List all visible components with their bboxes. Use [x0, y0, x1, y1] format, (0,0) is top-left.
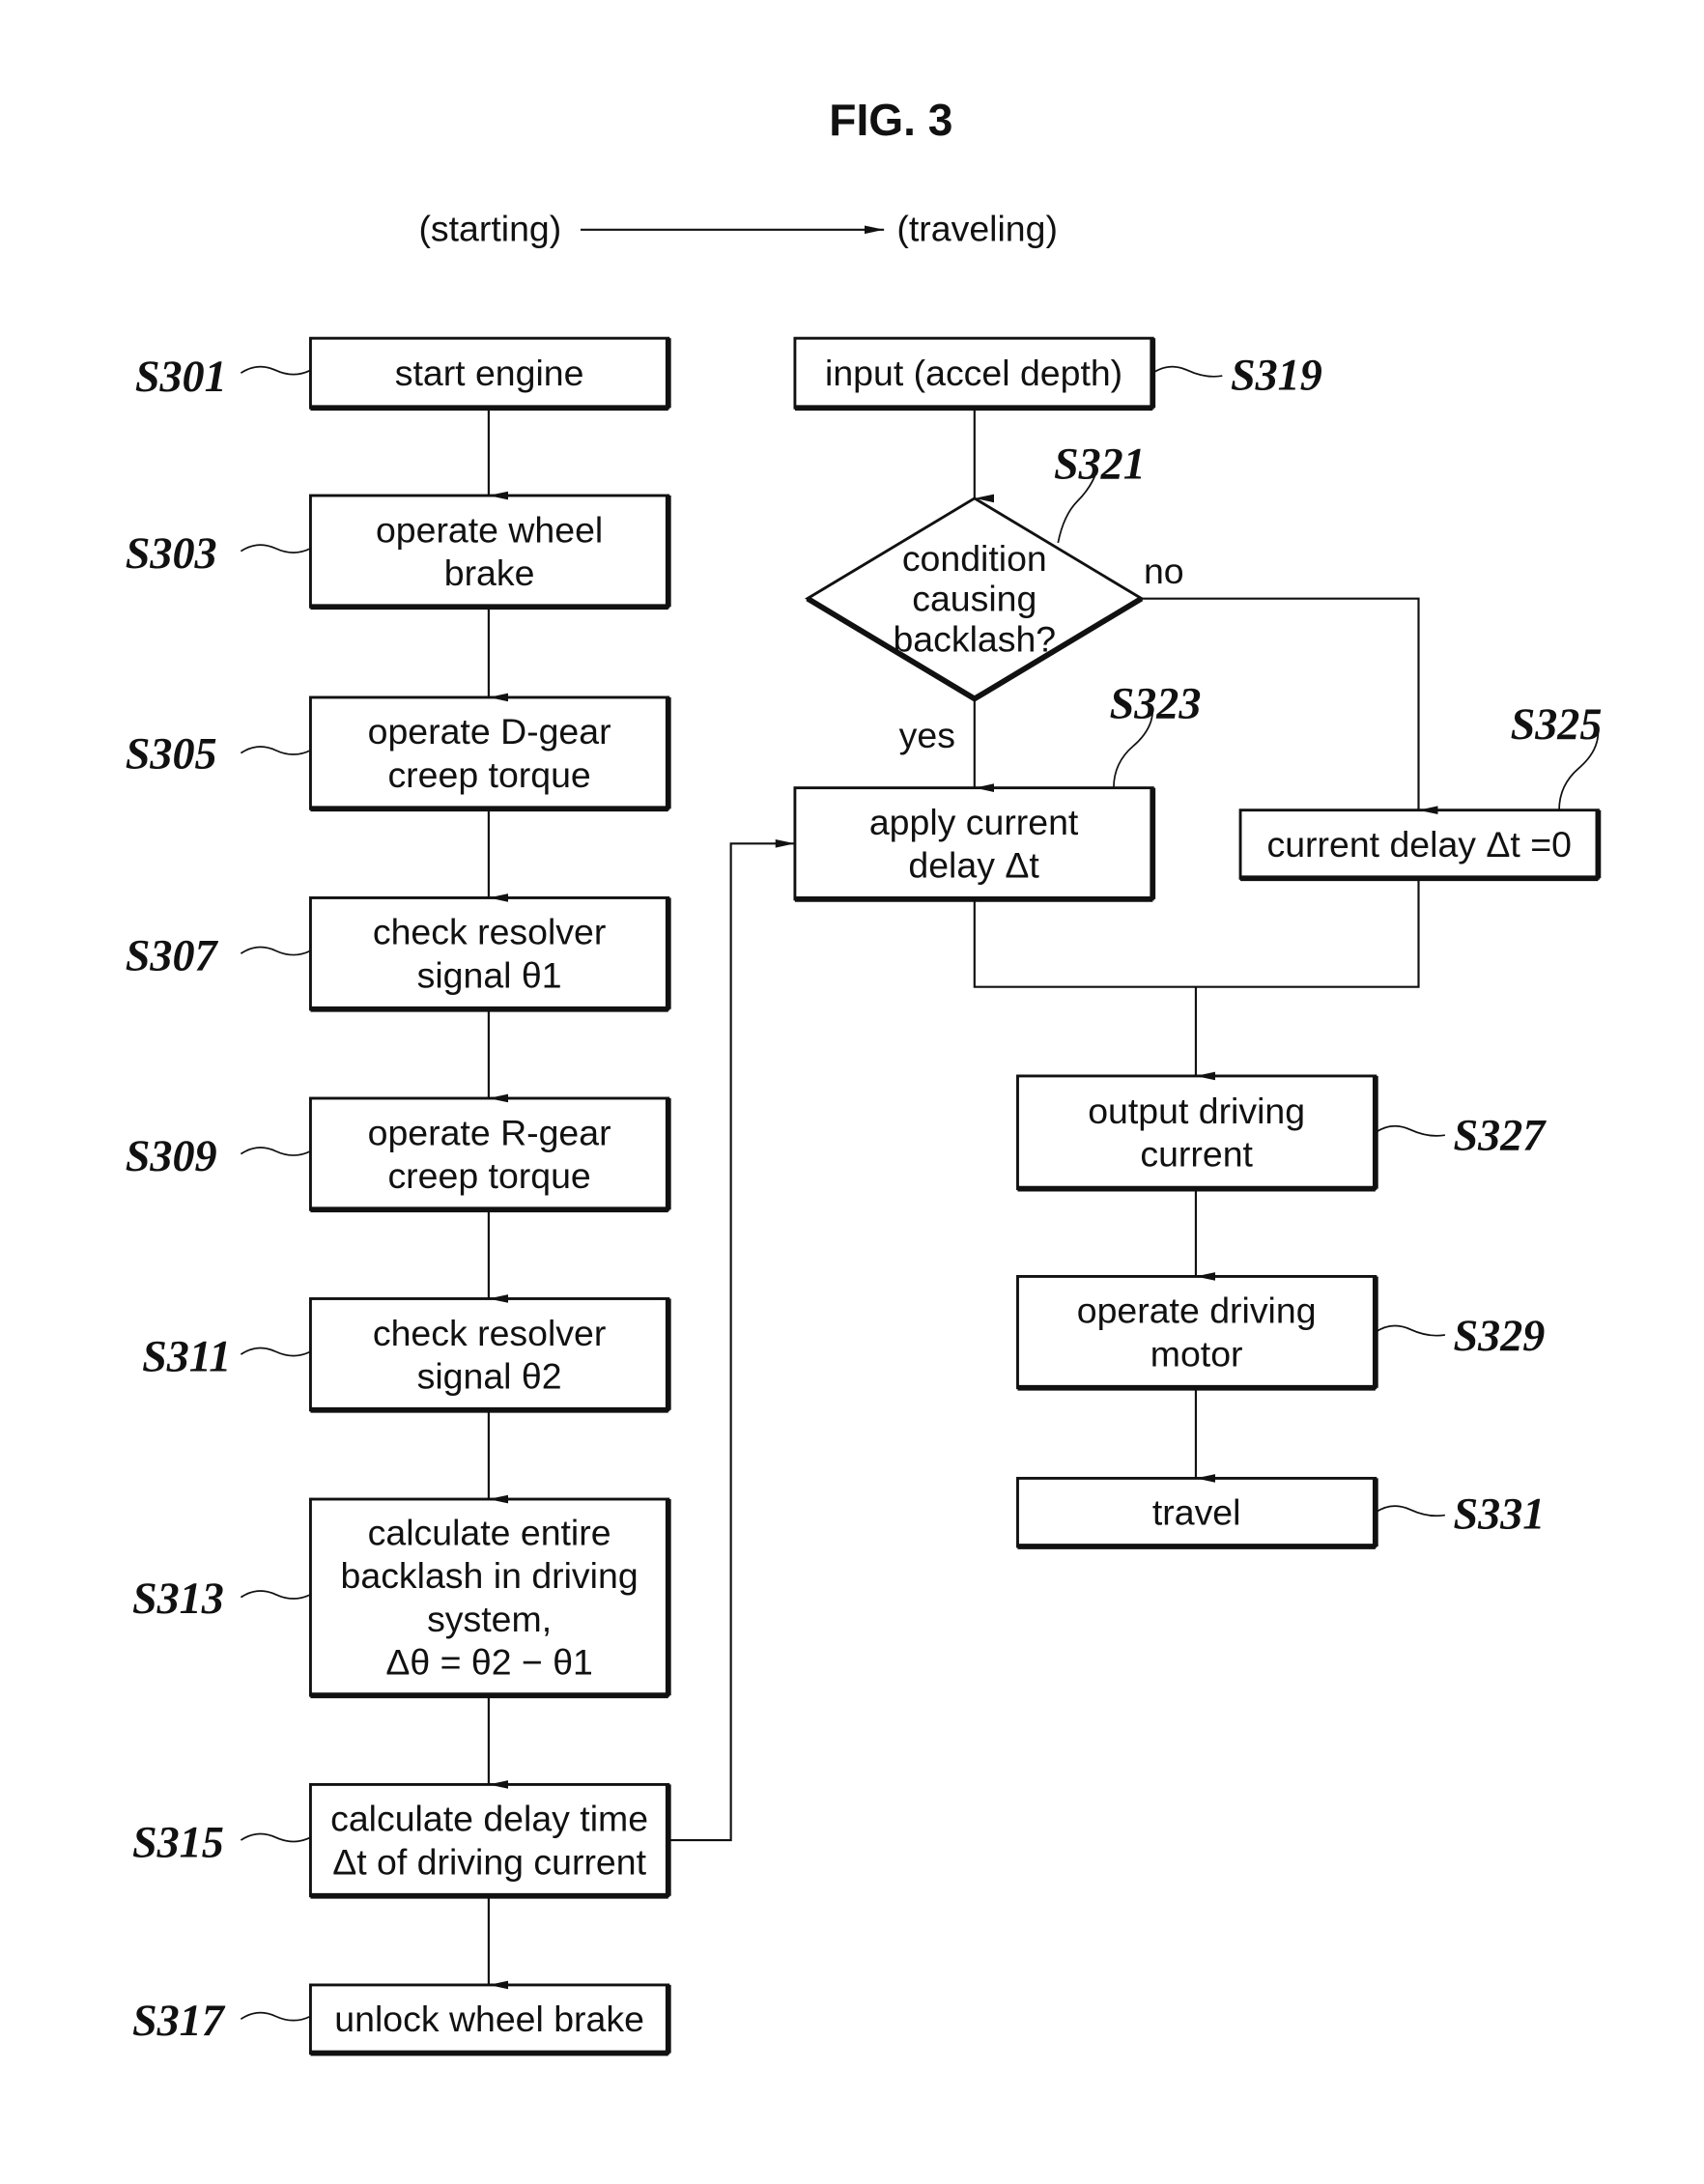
step-text: current delay Δt =0: [1266, 824, 1571, 865]
leader-line: [240, 946, 311, 956]
step-label-s331: S331: [1454, 1489, 1546, 1538]
step-text: backlash in driving: [341, 1555, 639, 1596]
step-text: system,: [427, 1599, 552, 1639]
branch-yes: yes: [899, 715, 955, 755]
step-text: signal θ2: [417, 1355, 562, 1396]
leader-line: [240, 1590, 311, 1600]
decision-text: backlash?: [893, 618, 1056, 659]
step-text: calculate delay time: [330, 1799, 648, 1839]
step-label-s329: S329: [1454, 1311, 1546, 1360]
leader-line: [240, 365, 311, 376]
leader-line: [1375, 1124, 1446, 1137]
leader-line: [240, 746, 311, 755]
step-label-s301: S301: [135, 352, 227, 401]
step-text: apply current: [869, 802, 1079, 842]
figure-title: FIG. 3: [829, 95, 952, 145]
step-text: creep torque: [387, 754, 590, 795]
step-label-s327: S327: [1454, 1110, 1548, 1159]
step-label-s309: S309: [126, 1131, 217, 1180]
step-label-s315: S315: [132, 1817, 224, 1866]
decision-text: causing: [912, 579, 1037, 619]
step-label-s303: S303: [126, 528, 217, 578]
step-box-s305: operate D-gearcreep torque: [308, 695, 671, 812]
leader-line: [240, 1347, 311, 1357]
step-text: delay Δt: [908, 845, 1039, 886]
step-text: unlock wheel brake: [334, 1999, 644, 2039]
decision-s321: conditioncausingbacklash?: [805, 496, 1145, 702]
decision-text: condition: [902, 538, 1047, 579]
step-box-s331: travel: [1016, 1476, 1378, 1549]
step-box-s327: output drivingcurrent: [1016, 1074, 1378, 1192]
connector-arrow: [667, 838, 795, 1842]
step-text: signal θ1: [417, 954, 562, 995]
step-text: motor: [1150, 1333, 1243, 1374]
leader-line: [1375, 1505, 1446, 1517]
step-text: Δθ = θ2 − θ1: [385, 1642, 593, 1683]
step-text: operate R-gear: [368, 1112, 611, 1152]
step-box-s313: calculate entirebacklash in drivingsyste…: [308, 1497, 671, 1699]
leader-line: [1375, 1324, 1446, 1337]
step-box-s301: start engine: [308, 336, 671, 411]
step-box-s307: check resolversignal θ1: [308, 896, 671, 1012]
branch-no: no: [1144, 551, 1184, 591]
step-text: check resolver: [373, 1313, 606, 1353]
step-label-s325: S325: [1511, 699, 1603, 749]
step-box-s319: input (accel depth): [793, 336, 1156, 411]
step-box-s325: current delay Δt =0: [1238, 808, 1602, 882]
step-label-s317: S317: [132, 1996, 226, 2045]
step-text: brake: [444, 553, 535, 593]
step-box-s317: unlock wheel brake: [308, 1983, 671, 2056]
step-text: input (accel depth): [825, 353, 1122, 393]
step-text: Δt of driving current: [332, 1841, 646, 1882]
step-box-s315: calculate delay timeΔt of driving curren…: [308, 1782, 671, 1899]
step-label-s311: S311: [142, 1331, 231, 1380]
step-label-s305: S305: [126, 728, 217, 778]
leader-line: [240, 544, 311, 553]
step-text: check resolver: [373, 912, 606, 952]
step-text: travel: [1152, 1492, 1241, 1533]
step-box-s303: operate wheelbrake: [308, 494, 671, 610]
step-text: operate wheel: [376, 509, 603, 550]
step-text: operate D-gear: [368, 711, 611, 752]
leader-line: [240, 2011, 311, 2022]
step-label-s321: S321: [1054, 440, 1146, 489]
step-label-s319: S319: [1231, 350, 1322, 399]
step-box-s309: operate R-gearcreep torque: [308, 1096, 671, 1213]
step-text: calculate entire: [368, 1513, 611, 1553]
step-label-s323: S323: [1110, 679, 1202, 728]
flowchart: FIG. 3 (starting) (traveling) start engi…: [126, 95, 1603, 2056]
step-text: creep torque: [387, 1155, 590, 1196]
step-text: operate driving: [1077, 1291, 1317, 1331]
step-text: start engine: [395, 353, 584, 393]
step-box-s329: operate drivingmotor: [1016, 1274, 1378, 1391]
leader-line: [1151, 365, 1223, 378]
step-box-s311: check resolversignal θ2: [308, 1297, 671, 1413]
step-text: current: [1140, 1134, 1253, 1175]
leader-line: [240, 1832, 311, 1843]
leader-line: [240, 1147, 311, 1156]
step-label-s307: S307: [126, 930, 219, 979]
step-box-s323: apply currentdelay Δt: [793, 786, 1156, 902]
phase-traveling: (traveling): [896, 208, 1058, 248]
phase-starting: (starting): [418, 208, 561, 248]
step-text: output driving: [1088, 1091, 1305, 1131]
step-label-s313: S313: [132, 1574, 224, 1623]
